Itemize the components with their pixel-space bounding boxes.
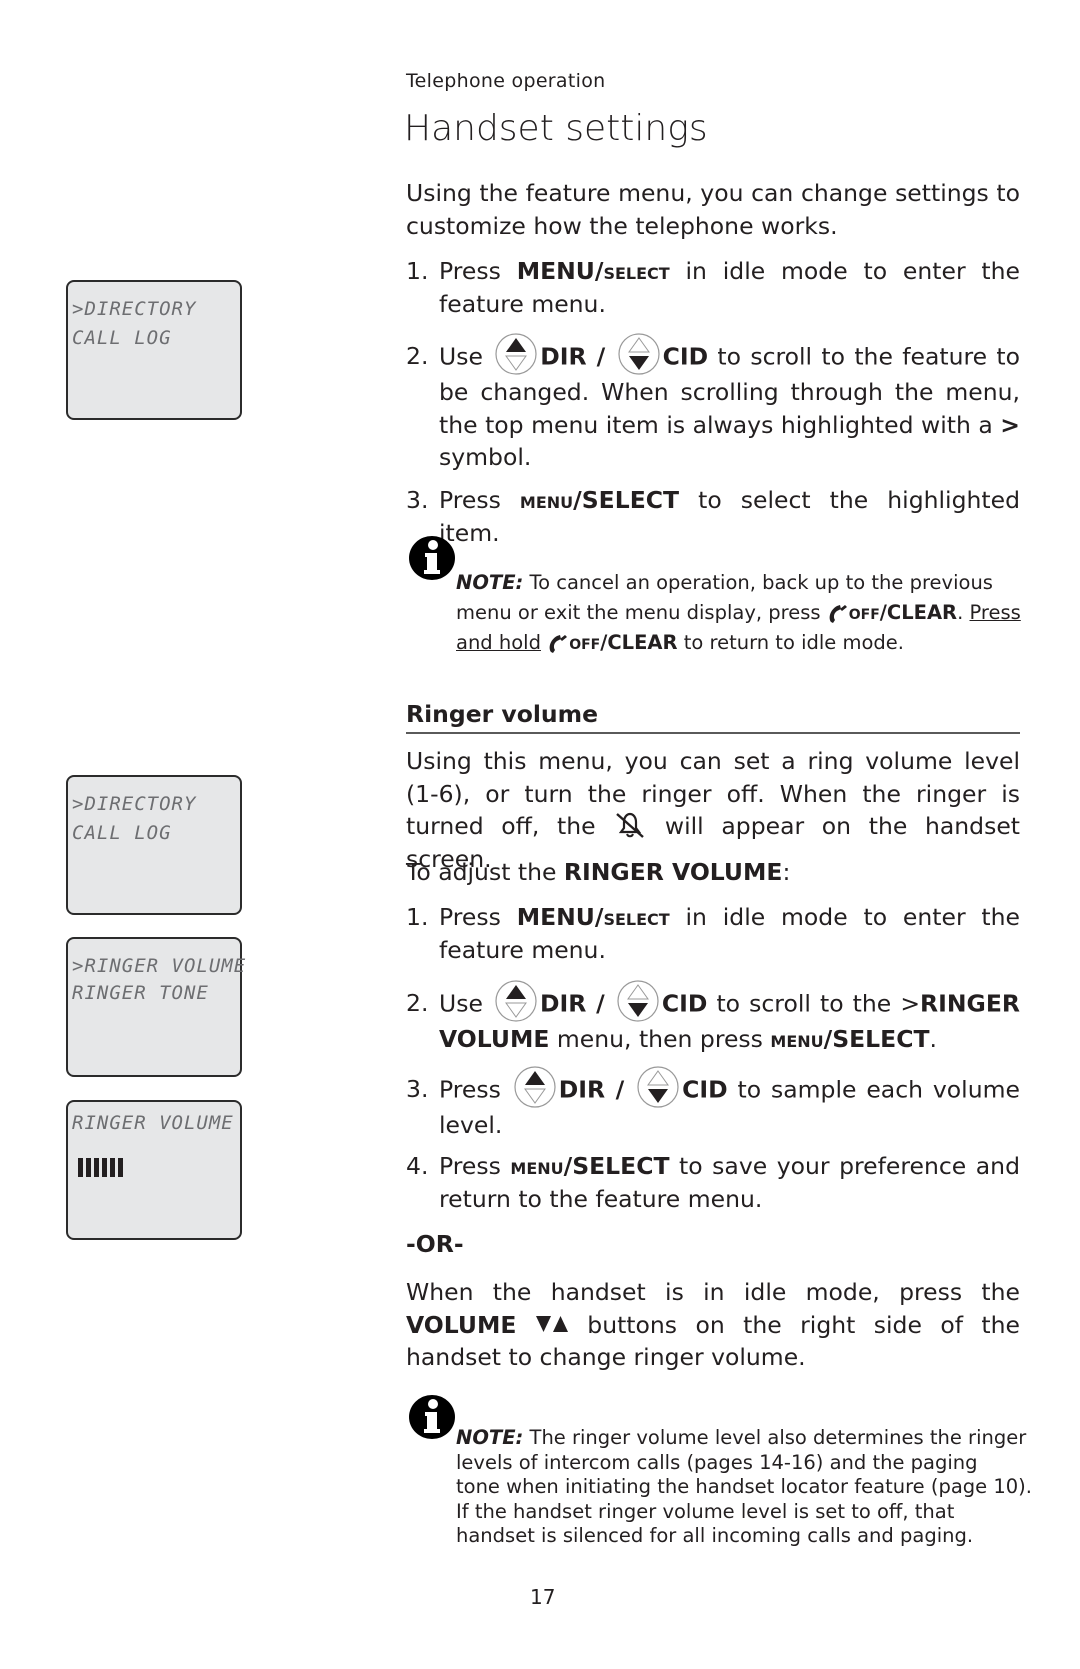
lcd-screen-main-menu-2: >DIRECTORY CALL LOG [66, 775, 242, 915]
key-label: CID [662, 342, 709, 371]
key-label: MENU/ [516, 257, 604, 285]
volume-bar [102, 1158, 107, 1177]
key-label: VOLUME [406, 1310, 517, 1339]
key-label: /SELECT [823, 1025, 930, 1053]
text: If the handset ringer volume level is se… [456, 1499, 955, 1523]
ringer-step-2: 2. Use DIR / CID to scroll to the >RINGE… [406, 980, 1020, 1056]
info-icon [409, 1395, 455, 1439]
text: to return to idle mode. [677, 631, 904, 654]
text: : [782, 858, 791, 886]
volume-level-bars [78, 1158, 123, 1177]
lcd-line: RINGER VOLUME [72, 1112, 234, 1134]
step-1: 1. Press MENU/select in idle mode to ent… [406, 255, 1020, 320]
section-heading-ringer-volume: Ringer volume [406, 700, 599, 728]
lcd-screen-ringer-menu: >RINGER VOLUME RINGER TONE [66, 937, 245, 1077]
text: symbol. [439, 443, 532, 471]
ringer-step-3: 3. Press DIR / CID to sample each volume… [406, 1066, 1020, 1142]
volume-down-up-icon [535, 1316, 568, 1332]
volume-bar [94, 1158, 99, 1177]
lcd-line: CALL LOG [72, 327, 172, 349]
lcd-line: >RINGER VOLUME [72, 955, 247, 977]
ringer-step-4: 4. Press menu/SELECT to save your prefer… [406, 1150, 1020, 1215]
page-title: Handset settings [404, 108, 708, 149]
step-number: 3. [406, 1075, 429, 1103]
adjust-instruction: To adjust the RINGER VOLUME: [406, 856, 1020, 889]
intro-paragraph: Using the feature menu, you can change s… [406, 179, 1020, 240]
down-arrow-button-icon [637, 1066, 679, 1108]
note-label: NOTE: [456, 1426, 524, 1449]
heading-divider [406, 732, 1020, 734]
key-label: DIR / [540, 342, 606, 371]
key-label: select [603, 903, 670, 931]
page-number: 17 [530, 1585, 556, 1609]
volume-bar [78, 1158, 83, 1177]
or-separator: -OR- [406, 1230, 464, 1258]
text: The ringer volume level also determines … [523, 1426, 1027, 1449]
up-arrow-button-icon [495, 980, 537, 1022]
text: handset is silenced for all incoming cal… [456, 1524, 974, 1547]
step-number: 2. [406, 989, 429, 1017]
text: Press [439, 903, 517, 931]
key-label: CID [661, 989, 708, 1018]
text: . [957, 601, 970, 624]
key-label: /CLEAR [600, 631, 678, 654]
key-label: menu [770, 1025, 824, 1053]
key-label: off [569, 631, 601, 654]
key-label: MENU/ [516, 903, 604, 931]
step-number: 3. [406, 486, 429, 514]
text: . [929, 1025, 937, 1053]
text: When the handset is in idle mode, press … [406, 1278, 1020, 1306]
volume-bar [86, 1158, 91, 1177]
step-3: 3. Press menu/SELECT to select the highl… [406, 484, 1020, 549]
up-arrow-button-icon [495, 333, 537, 375]
lcd-screen-ringer-volume: RINGER VOLUME [66, 1100, 242, 1240]
phone-off-icon [549, 634, 568, 653]
down-arrow-button-icon [617, 333, 660, 375]
text: Press [439, 486, 520, 514]
info-icon [409, 536, 455, 580]
up-arrow-button-icon [514, 1066, 556, 1108]
section-label: Telephone operation [406, 70, 606, 92]
down-arrow-button-icon [617, 980, 659, 1022]
key-label: select [603, 257, 670, 285]
phone-off-icon [829, 604, 847, 623]
step-2: 2. Use DIR / CID to scroll to the featur… [406, 333, 1020, 474]
key-label: menu [510, 1152, 564, 1180]
key-label: DIR / [558, 1075, 625, 1104]
text: levels of intercom calls (pages 14-16) a… [456, 1450, 978, 1474]
key-label: /SELECT [573, 486, 680, 514]
key-label: /CLEAR [879, 601, 958, 624]
text: menu, then press [549, 1025, 771, 1053]
lcd-line: >DIRECTORY [72, 793, 197, 815]
lcd-line: CALL LOG [72, 822, 172, 844]
symbol: > [1000, 410, 1020, 439]
text: Use [439, 342, 493, 371]
key-label: menu [519, 486, 574, 514]
ringer-off-bell-icon [616, 812, 645, 838]
volume-bar [110, 1158, 115, 1177]
text: to scroll to the > [707, 989, 921, 1018]
text: tone when initiating the handset locator… [456, 1475, 1032, 1498]
key-label: off [848, 601, 880, 624]
key-label: RINGER VOLUME [563, 858, 783, 886]
step-number: 4. [406, 1152, 429, 1180]
step-number: 1. [406, 903, 429, 931]
key-label: CID [682, 1075, 728, 1104]
lcd-line: >DIRECTORY [72, 298, 197, 320]
step-number: 2. [406, 342, 429, 370]
ringer-step-1: 1. Press MENU/select in idle mode to ent… [406, 901, 1020, 966]
text: Press [439, 257, 517, 285]
lcd-line: RINGER TONE [72, 982, 209, 1004]
text: Press [439, 1075, 511, 1104]
text: Use [439, 989, 492, 1018]
step-number: 1. [406, 257, 429, 285]
note-label: NOTE: [456, 571, 524, 594]
lcd-screen-main-menu: >DIRECTORY CALL LOG [66, 280, 242, 420]
volume-buttons-paragraph: When the handset is in idle mode, press … [406, 1276, 1020, 1374]
text: To adjust the [406, 858, 564, 886]
text: Press [439, 1152, 511, 1180]
key-label: /SELECT [563, 1152, 670, 1180]
volume-bar [118, 1158, 123, 1177]
key-label: DIR / [540, 989, 605, 1018]
